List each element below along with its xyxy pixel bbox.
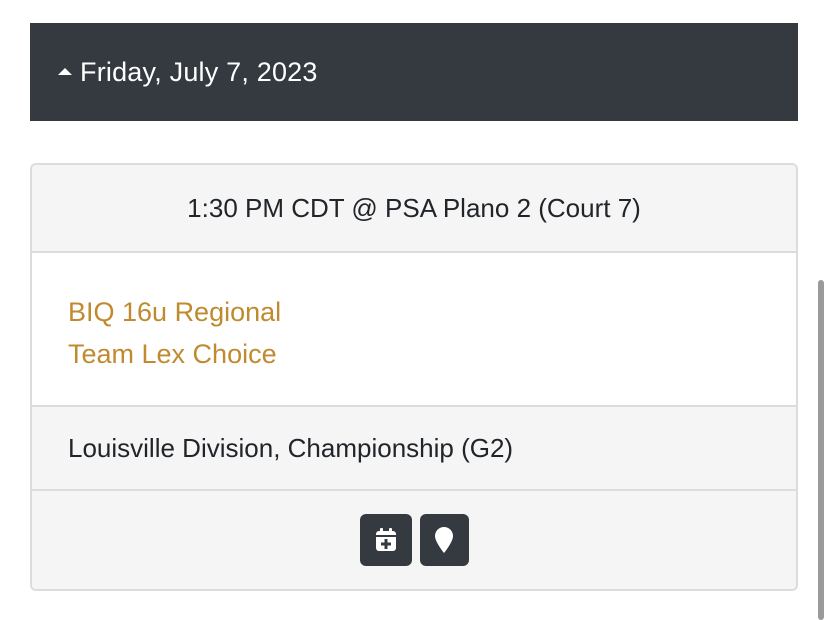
team-link-home[interactable]: BIQ 16u Regional [68, 291, 796, 333]
team-link-away[interactable]: Team Lex Choice [68, 333, 796, 375]
match-division: Louisville Division, Championship (G2) [32, 407, 796, 491]
date-section-toggle[interactable]: Friday, July 7, 2023 [30, 23, 798, 121]
match-card: 1:30 PM CDT @ PSA Plano 2 (Court 7) BIQ … [30, 163, 798, 591]
map-marker-icon [435, 527, 453, 553]
caret-up-icon [58, 67, 72, 75]
match-time-location: 1:30 PM CDT @ PSA Plano 2 (Court 7) [32, 165, 796, 253]
date-title: Friday, July 7, 2023 [80, 56, 318, 87]
match-teams: BIQ 16u Regional Team Lex Choice [32, 253, 796, 407]
calendar-plus-icon [375, 528, 396, 551]
location-button[interactable] [419, 514, 469, 566]
add-to-calendar-button[interactable] [359, 514, 412, 566]
page-scrollbar[interactable] [818, 280, 824, 620]
match-actions [32, 491, 796, 589]
